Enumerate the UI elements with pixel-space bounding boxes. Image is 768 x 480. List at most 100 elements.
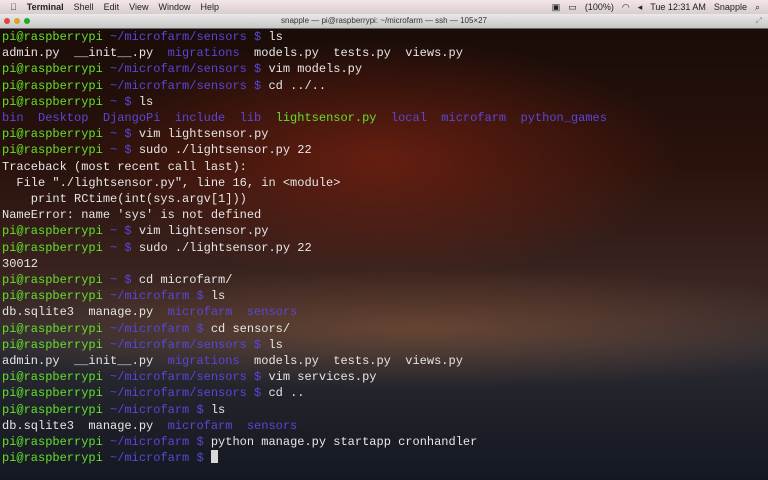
terminal-line: pi@raspberrypi ~/microfarm $ python mana…: [2, 434, 477, 450]
menu-shell[interactable]: Shell: [74, 2, 94, 12]
wifi-icon[interactable]: ◠: [622, 2, 630, 13]
prompt-path: microfarm sensors: [167, 418, 298, 433]
prompt-path: ~/microfarm/sensors $: [110, 78, 269, 93]
prompt-user-host: pi@raspberrypi: [2, 386, 111, 401]
prompt-path: ~/microfarm/sensors $: [110, 30, 269, 44]
clock[interactable]: Tue 12:31 AM: [650, 2, 706, 12]
terminal-text: print RCtime(int(sys.argv[1])): [2, 192, 247, 206]
terminal-text: cd sensors/: [210, 321, 291, 336]
terminal-text: ls: [210, 402, 226, 417]
terminal-text: cd ..: [268, 386, 305, 401]
text-cursor: [210, 450, 218, 464]
prompt-user-host: pi@raspberrypi: [2, 127, 111, 142]
terminal-line: pi@raspberrypi ~ $ vim lightsensor.py: [2, 223, 268, 239]
terminal-line: pi@raspberrypi ~ $ cd microfarm/: [2, 272, 232, 288]
terminal-line: admin.py __init__.py migrations models.p…: [2, 353, 463, 369]
prompt-user-host: pi@raspberrypi: [2, 435, 111, 449]
prompt-path: ~ $: [110, 273, 139, 287]
terminal-line: pi@raspberrypi ~ $ ls: [2, 94, 153, 110]
terminal-text: Traceback (most recent call last):: [2, 159, 247, 174]
prompt-user-host: pi@raspberrypi: [2, 370, 111, 385]
prompt-path: ~/microfarm/sensors $: [110, 337, 269, 352]
prompt-user-host: pi@raspberrypi: [2, 224, 111, 239]
terminal-line: pi@raspberrypi ~/microfarm/sensors $ ls: [2, 29, 283, 45]
terminal-text: vim lightsensor.py: [138, 127, 269, 142]
terminal-line: File "./lightsensor.py", line 16, in <mo…: [2, 175, 340, 191]
terminal-line: pi@raspberrypi ~/microfarm $ ls: [2, 288, 225, 304]
prompt-path: bin Desktop DjangoPi include lib: [2, 111, 276, 125]
prompt-path: migrations: [167, 354, 240, 368]
terminal-text: vim services.py: [268, 370, 377, 385]
terminal-line: db.sqlite3 manage.py microfarm sensors: [2, 304, 297, 320]
terminal-line: bin Desktop DjangoPi include lib lightse…: [2, 110, 607, 126]
terminal-text: db.sqlite3 manage.py: [2, 418, 168, 433]
terminal-text: models.py tests.py views.py: [239, 354, 463, 368]
terminal-text: vim models.py: [268, 62, 363, 77]
prompt-path: ~ $: [110, 240, 139, 255]
prompt-path: ~ $: [110, 143, 139, 158]
prompt-path: microfarm sensors: [167, 305, 298, 320]
menu-help[interactable]: Help: [201, 2, 220, 12]
resize-icon[interactable]: ⤢: [756, 16, 762, 26]
terminal-text: admin.py __init__.py: [2, 354, 168, 368]
window-title: snapple — pi@raspberrypi: ~/microfarm — …: [281, 16, 487, 25]
terminal-text: 30012: [2, 256, 39, 271]
menu-view[interactable]: View: [129, 2, 148, 12]
terminal-text: db.sqlite3 manage.py: [2, 305, 168, 320]
prompt-path: ~ $: [110, 94, 139, 109]
terminal-line: pi@raspberrypi ~/microfarm $ cd sensors/: [2, 321, 290, 337]
terminal-text: ls: [268, 337, 283, 352]
spotlight-search-icon[interactable]: ⌕: [755, 2, 760, 13]
prompt-user-host: pi@raspberrypi: [2, 451, 111, 466]
prompt-user-host: pi@raspberrypi: [2, 289, 111, 304]
terminal-text: NameError: name 'sys' is not defined: [2, 208, 262, 223]
terminal-line: pi@raspberrypi ~/microfarm/sensors $ vim…: [2, 61, 362, 77]
menu-terminal[interactable]: Terminal: [27, 2, 64, 12]
prompt-path: ~ $: [110, 127, 139, 142]
battery-icon[interactable]: ▭: [568, 2, 577, 13]
terminal-line: pi@raspberrypi ~/microfarm/sensors $ ls: [2, 337, 283, 353]
menu-bar:  Terminal Shell Edit View Window Help ▣…: [0, 0, 768, 14]
terminal-text: vim lightsensor.py: [138, 224, 269, 239]
terminal-line: pi@raspberrypi ~/microfarm $ ls: [2, 402, 225, 418]
terminal-text: cd microfarm/: [138, 273, 233, 287]
terminal-line: print RCtime(int(sys.argv[1])): [2, 191, 247, 207]
prompt-user-host: pi@raspberrypi: [2, 240, 111, 255]
terminal-text: File "./lightsensor.py", line 16, in <mo…: [2, 175, 341, 190]
terminal-line: pi@raspberrypi ~ $ vim lightsensor.py: [2, 126, 268, 142]
terminal-text: cd ../..: [268, 78, 327, 93]
prompt-user-host: pi@raspberrypi: [2, 143, 111, 158]
terminal-line: pi@raspberrypi ~/microfarm/sensors $ cd …: [2, 385, 304, 401]
prompt-user-host: pi@raspberrypi: [2, 94, 111, 109]
terminal-text: sudo ./lightsensor.py 22: [138, 143, 312, 158]
prompt-path: ~/microfarm $: [110, 402, 211, 417]
terminal-line: pi@raspberrypi ~/microfarm/sensors $ cd …: [2, 78, 326, 94]
terminal-line: admin.py __init__.py migrations models.p…: [2, 45, 463, 61]
terminal-text: ls: [138, 94, 154, 109]
apple-icon[interactable]: : [10, 2, 17, 12]
prompt-path: ~/microfarm $: [110, 451, 211, 466]
terminal-line: pi@raspberrypi ~ $ sudo ./lightsensor.py…: [2, 240, 312, 256]
prompt-user-host: pi@raspberrypi: [2, 78, 111, 93]
terminal-text: admin.py __init__.py: [2, 46, 168, 61]
terminal-text: sudo ./lightsensor.py 22: [138, 240, 312, 255]
terminal-line: pi@raspberrypi ~ $ sudo ./lightsensor.py…: [2, 142, 312, 158]
menu-edit[interactable]: Edit: [104, 2, 120, 12]
window-title-bar[interactable]: snapple — pi@raspberrypi: ~/microfarm — …: [0, 14, 768, 29]
prompt-path: ~/microfarm/sensors $: [110, 370, 269, 385]
user-menu[interactable]: Snapple: [714, 2, 747, 12]
prompt-path: ~ $: [110, 224, 139, 239]
prompt-user-host: pi@raspberrypi: [2, 337, 111, 352]
terminal-output[interactable]: pi@raspberrypi ~/microfarm/sensors $ ls a…: [0, 29, 768, 480]
prompt-user-host: pi@raspberrypi: [2, 30, 111, 44]
terminal-text: ls: [268, 30, 283, 44]
menu-window[interactable]: Window: [158, 2, 190, 12]
battery-percent: (100%): [584, 2, 614, 12]
volume-icon[interactable]: ◂: [638, 2, 643, 13]
terminal-line: db.sqlite3 manage.py microfarm sensors: [2, 418, 297, 434]
prompt-user-host: lightsensor.py: [275, 111, 377, 125]
terminal-text: python manage.py startapp cronhandler: [210, 435, 478, 449]
terminal-text: ls: [210, 289, 226, 304]
prompt-path: ~/microfarm/sensors $: [110, 386, 269, 401]
screen-record-icon[interactable]: ▣: [552, 2, 561, 13]
